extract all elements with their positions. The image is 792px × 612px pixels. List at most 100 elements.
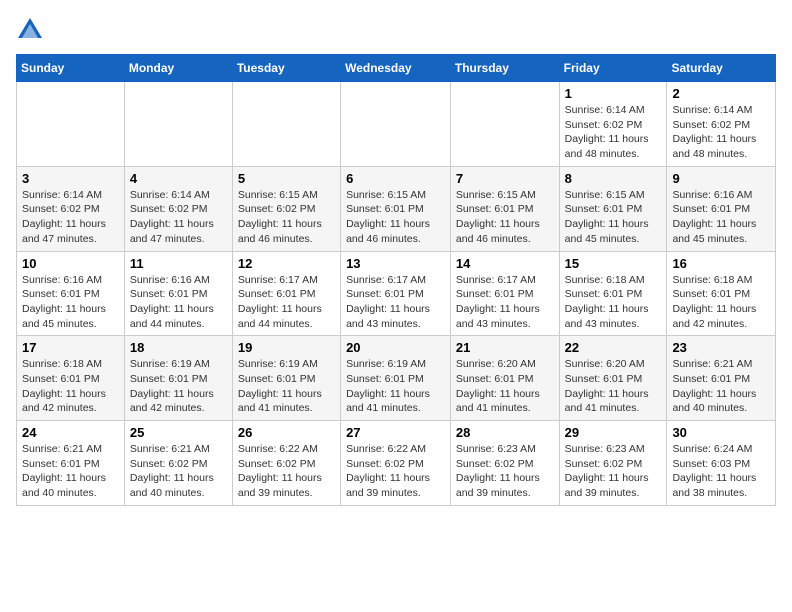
day-number: 29 [565,425,662,440]
calendar-week-row: 24 Sunrise: 6:21 AM Sunset: 6:01 PM Dayli… [17,421,776,506]
calendar-cell: 9 Sunrise: 6:16 AM Sunset: 6:01 PM Daylig… [667,166,776,251]
day-number: 9 [672,171,770,186]
calendar-cell [124,82,232,167]
calendar-cell: 29 Sunrise: 6:23 AM Sunset: 6:02 PM Dayli… [559,421,667,506]
day-number: 14 [456,256,554,271]
calendar-cell: 24 Sunrise: 6:21 AM Sunset: 6:01 PM Dayli… [17,421,125,506]
calendar-cell: 21Sunrise: 6:20 AM Sunset: 6:01 PM Dayli… [450,336,559,421]
day-info: Sunrise: 6:16 AM Sunset: 6:01 PM Dayligh… [672,188,770,247]
day-number: 11 [130,256,227,271]
weekday-header: Sunday [17,55,125,82]
calendar-cell: 12Sunrise: 6:17 AM Sunset: 6:01 PM Dayli… [232,251,340,336]
calendar-cell: 26Sunrise: 6:22 AM Sunset: 6:02 PM Dayli… [232,421,340,506]
calendar-cell: 14Sunrise: 6:17 AM Sunset: 6:01 PM Dayli… [450,251,559,336]
day-number: 12 [238,256,335,271]
weekday-header: Wednesday [341,55,451,82]
day-number: 3 [22,171,119,186]
day-number: 30 [672,425,770,440]
day-info: Sunrise: 6:22 AM Sunset: 6:02 PM Dayligh… [346,442,445,501]
day-number: 19 [238,340,335,355]
day-info: Sunrise: 6:18 AM Sunset: 6:01 PM Dayligh… [565,273,662,332]
weekday-header: Monday [124,55,232,82]
calendar-cell: 19 Sunrise: 6:19 AM Sunset: 6:01 PM Dayli… [232,336,340,421]
day-info: Sunrise: 6:19 AM Sunset: 6:01 PM Dayligh… [130,357,227,416]
calendar-cell: 18 Sunrise: 6:19 AM Sunset: 6:01 PM Dayli… [124,336,232,421]
weekday-header: Tuesday [232,55,340,82]
calendar-cell: 8 Sunrise: 6:15 AM Sunset: 6:01 PM Daylig… [559,166,667,251]
day-number: 1 [565,86,662,101]
calendar-cell: 17 Sunrise: 6:18 AM Sunset: 6:01 PM Dayli… [17,336,125,421]
day-number: 26 [238,425,335,440]
calendar-week-row: 1 Sunrise: 6:14 AM Sunset: 6:02 PM Daylig… [17,82,776,167]
calendar-cell [17,82,125,167]
day-info: Sunrise: 6:19 AM Sunset: 6:01 PM Dayligh… [238,357,335,416]
day-number: 25 [130,425,227,440]
day-info: Sunrise: 6:14 AM Sunset: 6:02 PM Dayligh… [565,103,662,162]
day-number: 17 [22,340,119,355]
calendar-cell: 28 Sunrise: 6:23 AM Sunset: 6:02 PM Dayli… [450,421,559,506]
calendar-cell: 16 Sunrise: 6:18 AM Sunset: 6:01 PM Dayli… [667,251,776,336]
day-number: 15 [565,256,662,271]
day-number: 5 [238,171,335,186]
calendar-week-row: 3 Sunrise: 6:14 AM Sunset: 6:02 PM Daylig… [17,166,776,251]
calendar-cell: 4 Sunrise: 6:14 AM Sunset: 6:02 PM Daylig… [124,166,232,251]
calendar-header-row: SundayMondayTuesdayWednesdayThursdayFrid… [17,55,776,82]
calendar-cell: 5 Sunrise: 6:15 AM Sunset: 6:02 PM Daylig… [232,166,340,251]
day-info: Sunrise: 6:21 AM Sunset: 6:01 PM Dayligh… [672,357,770,416]
day-number: 8 [565,171,662,186]
day-number: 22 [565,340,662,355]
calendar-cell: 13 Sunrise: 6:17 AM Sunset: 6:01 PM Dayli… [341,251,451,336]
day-number: 4 [130,171,227,186]
day-info: Sunrise: 6:17 AM Sunset: 6:01 PM Dayligh… [346,273,445,332]
calendar-cell [450,82,559,167]
day-info: Sunrise: 6:24 AM Sunset: 6:03 PM Dayligh… [672,442,770,501]
calendar-cell: 6 Sunrise: 6:15 AM Sunset: 6:01 PM Daylig… [341,166,451,251]
calendar-cell: 22 Sunrise: 6:20 AM Sunset: 6:01 PM Dayli… [559,336,667,421]
day-number: 16 [672,256,770,271]
day-number: 13 [346,256,445,271]
weekday-header: Friday [559,55,667,82]
day-info: Sunrise: 6:21 AM Sunset: 6:01 PM Dayligh… [22,442,119,501]
day-number: 6 [346,171,445,186]
day-info: Sunrise: 6:23 AM Sunset: 6:02 PM Dayligh… [565,442,662,501]
logo [16,16,48,44]
day-info: Sunrise: 6:21 AM Sunset: 6:02 PM Dayligh… [130,442,227,501]
calendar-cell: 23 Sunrise: 6:21 AM Sunset: 6:01 PM Dayli… [667,336,776,421]
day-info: Sunrise: 6:18 AM Sunset: 6:01 PM Dayligh… [22,357,119,416]
day-info: Sunrise: 6:18 AM Sunset: 6:01 PM Dayligh… [672,273,770,332]
logo-icon [16,16,44,44]
day-number: 23 [672,340,770,355]
calendar-cell: 20 Sunrise: 6:19 AM Sunset: 6:01 PM Dayli… [341,336,451,421]
page-header [16,16,776,44]
day-info: Sunrise: 6:14 AM Sunset: 6:02 PM Dayligh… [130,188,227,247]
day-info: Sunrise: 6:20 AM Sunset: 6:01 PM Dayligh… [456,357,554,416]
day-info: Sunrise: 6:15 AM Sunset: 6:02 PM Dayligh… [238,188,335,247]
weekday-header: Thursday [450,55,559,82]
day-number: 20 [346,340,445,355]
calendar-table: SundayMondayTuesdayWednesdayThursdayFrid… [16,54,776,506]
day-info: Sunrise: 6:15 AM Sunset: 6:01 PM Dayligh… [456,188,554,247]
calendar-cell: 27Sunrise: 6:22 AM Sunset: 6:02 PM Dayli… [341,421,451,506]
day-info: Sunrise: 6:20 AM Sunset: 6:01 PM Dayligh… [565,357,662,416]
day-number: 18 [130,340,227,355]
day-number: 24 [22,425,119,440]
day-info: Sunrise: 6:16 AM Sunset: 6:01 PM Dayligh… [130,273,227,332]
calendar-cell: 7 Sunrise: 6:15 AM Sunset: 6:01 PM Daylig… [450,166,559,251]
calendar-cell: 2 Sunrise: 6:14 AM Sunset: 6:02 PM Daylig… [667,82,776,167]
day-info: Sunrise: 6:23 AM Sunset: 6:02 PM Dayligh… [456,442,554,501]
day-info: Sunrise: 6:19 AM Sunset: 6:01 PM Dayligh… [346,357,445,416]
day-number: 10 [22,256,119,271]
weekday-header: Saturday [667,55,776,82]
day-number: 2 [672,86,770,101]
calendar-cell: 3Sunrise: 6:14 AM Sunset: 6:02 PM Daylig… [17,166,125,251]
day-number: 7 [456,171,554,186]
calendar-cell: 1 Sunrise: 6:14 AM Sunset: 6:02 PM Daylig… [559,82,667,167]
calendar-week-row: 10 Sunrise: 6:16 AM Sunset: 6:01 PM Dayli… [17,251,776,336]
calendar-cell: 10Sunrise: 6:16 AM Sunset: 6:01 PM Dayli… [17,251,125,336]
day-info: Sunrise: 6:15 AM Sunset: 6:01 PM Dayligh… [565,188,662,247]
day-info: Sunrise: 6:15 AM Sunset: 6:01 PM Dayligh… [346,188,445,247]
day-info: Sunrise: 6:14 AM Sunset: 6:02 PM Dayligh… [672,103,770,162]
day-number: 28 [456,425,554,440]
calendar-cell [232,82,340,167]
calendar-cell: 11 Sunrise: 6:16 AM Sunset: 6:01 PM Dayli… [124,251,232,336]
